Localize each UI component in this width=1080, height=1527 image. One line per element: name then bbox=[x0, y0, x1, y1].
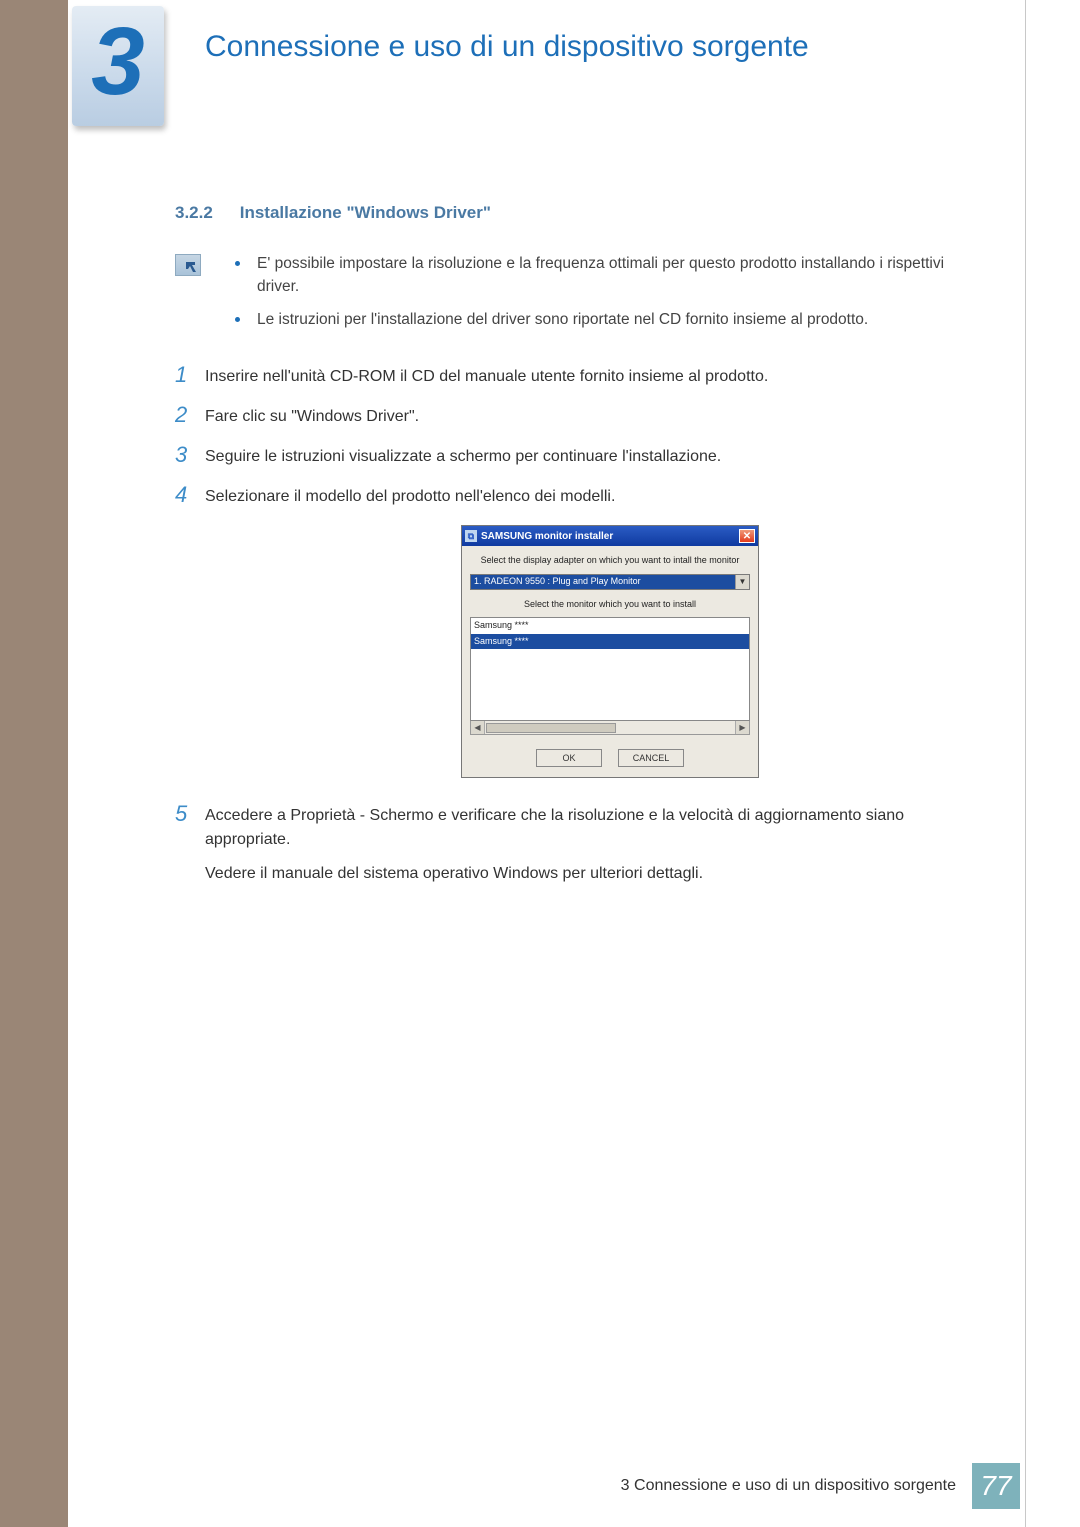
step-item: 2 Fare clic su "Windows Driver". bbox=[175, 403, 985, 429]
page-title: Connessione e uso di un dispositivo sorg… bbox=[205, 30, 809, 64]
adapter-select-value: 1. RADEON 9550 : Plug and Play Monitor bbox=[474, 575, 641, 589]
step-number: 3 bbox=[175, 443, 205, 469]
app-icon: ⧉ bbox=[465, 530, 477, 542]
installer-dialog: ⧉ SAMSUNG monitor installer ✕ Select the… bbox=[461, 525, 759, 778]
step-number: 1 bbox=[175, 363, 205, 389]
cancel-button[interactable]: CANCEL bbox=[618, 749, 684, 767]
left-margin-stripe bbox=[0, 0, 68, 1527]
dialog-titlebar: ⧉ SAMSUNG monitor installer ✕ bbox=[462, 526, 758, 546]
horizontal-scrollbar[interactable]: ◀ ▶ bbox=[470, 721, 750, 735]
installer-dialog-wrap: ⧉ SAMSUNG monitor installer ✕ Select the… bbox=[235, 525, 985, 778]
page-footer: 3 Connessione e uso di un dispositivo so… bbox=[621, 1463, 1020, 1509]
step-number: 4 bbox=[175, 483, 205, 788]
step-text: Inserire nell'unità CD-ROM il CD del man… bbox=[205, 363, 985, 389]
note-item: Le istruzioni per l'installazione del dr… bbox=[235, 308, 985, 331]
scroll-left-button[interactable]: ◀ bbox=[471, 721, 485, 734]
footer-chapter-title: Connessione e uso di un dispositivo sorg… bbox=[634, 1477, 956, 1494]
chapter-number: 3 bbox=[91, 14, 144, 110]
steps-list: 1 Inserire nell'unità CD-ROM il CD del m… bbox=[175, 363, 985, 886]
step-text: Fare clic su "Windows Driver". bbox=[205, 403, 985, 429]
subsection-number: 3.2.2 bbox=[175, 200, 235, 226]
step-text: Accedere a Proprietà - Schermo e verific… bbox=[205, 802, 985, 886]
dropdown-arrow-icon[interactable]: ▼ bbox=[735, 575, 749, 589]
scroll-right-button[interactable]: ▶ bbox=[735, 721, 749, 734]
list-item[interactable]: Samsung **** bbox=[471, 634, 749, 650]
step-item: 5 Accedere a Proprietà - Schermo e verif… bbox=[175, 802, 985, 886]
step-number: 2 bbox=[175, 403, 205, 429]
step-extra-text: Vedere il manuale del sistema operativo … bbox=[205, 862, 985, 886]
step-item: 3 Seguire le istruzioni visualizzate a s… bbox=[175, 443, 985, 469]
monitor-label: Select the monitor which you want to ins… bbox=[470, 598, 750, 612]
note-block: E' possibile impostare la risoluzione e … bbox=[175, 252, 985, 342]
step-item: 4 Selezionare il modello del prodotto ne… bbox=[175, 483, 985, 788]
adapter-select[interactable]: 1. RADEON 9550 : Plug and Play Monitor ▼ bbox=[470, 574, 750, 590]
page-number-box: 77 bbox=[972, 1463, 1020, 1509]
monitor-listbox[interactable]: Samsung **** Samsung **** bbox=[470, 617, 750, 721]
dialog-body: Select the display adapter on which you … bbox=[462, 546, 758, 777]
right-margin-line bbox=[1025, 0, 1026, 1527]
dialog-button-row: OK CANCEL bbox=[470, 749, 750, 767]
note-icon bbox=[175, 254, 201, 276]
list-item[interactable]: Samsung **** bbox=[471, 618, 749, 634]
content-area: 3.2.2 Installazione "Windows Driver" E' … bbox=[175, 200, 985, 900]
chapter-badge: 3 bbox=[72, 6, 164, 126]
note-list: E' possibile impostare la risoluzione e … bbox=[235, 252, 985, 342]
step-item: 1 Inserire nell'unità CD-ROM il CD del m… bbox=[175, 363, 985, 389]
step-text-inner: Selezionare il modello del prodotto nell… bbox=[205, 488, 615, 505]
step-number: 5 bbox=[175, 802, 205, 886]
subsection-heading: 3.2.2 Installazione "Windows Driver" bbox=[175, 200, 985, 226]
close-button[interactable]: ✕ bbox=[739, 529, 755, 543]
footer-chapter-num: 3 bbox=[621, 1477, 630, 1494]
subsection-title: Installazione "Windows Driver" bbox=[240, 203, 491, 222]
note-item: E' possibile impostare la risoluzione e … bbox=[235, 252, 985, 299]
ok-button[interactable]: OK bbox=[536, 749, 602, 767]
step-text: Seguire le istruzioni visualizzate a sch… bbox=[205, 443, 985, 469]
step-text: Selezionare il modello del prodotto nell… bbox=[205, 483, 985, 788]
scroll-thumb[interactable] bbox=[486, 723, 616, 733]
footer-chapter-ref: 3 Connessione e uso di un dispositivo so… bbox=[621, 1477, 956, 1495]
adapter-label: Select the display adapter on which you … bbox=[470, 554, 750, 568]
dialog-title: SAMSUNG monitor installer bbox=[481, 529, 613, 544]
step-text-inner: Accedere a Proprietà - Schermo e verific… bbox=[205, 807, 904, 848]
